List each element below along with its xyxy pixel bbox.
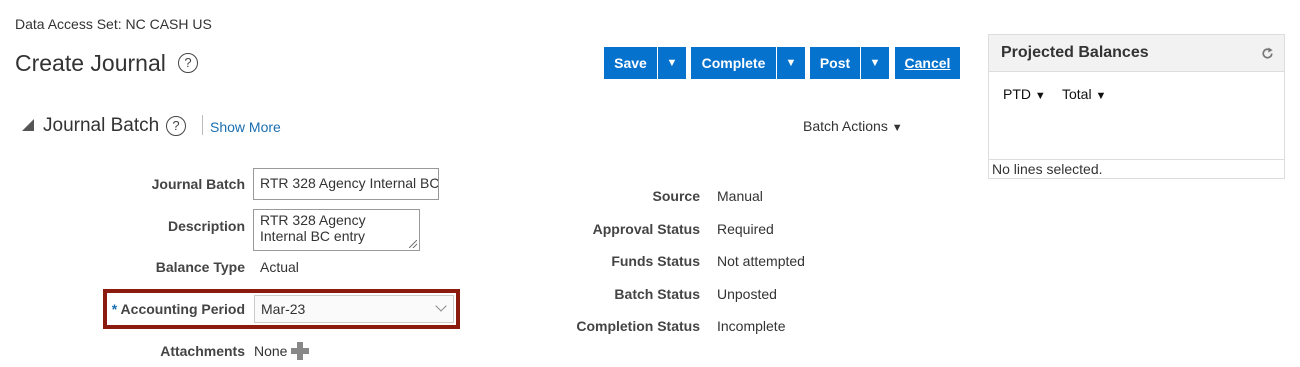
description-label: Description <box>167 218 245 234</box>
source-value: Manual <box>717 188 763 204</box>
description-textarea[interactable]: RTR 328 Agency Internal BC entry <box>253 209 420 251</box>
cancel-button[interactable]: Cancel <box>895 47 960 79</box>
help-icon[interactable]: ? <box>178 53 198 73</box>
chevron-down-icon <box>435 300 447 312</box>
panel-header: Projected Balances <box>989 35 1284 72</box>
required-marker: * <box>111 301 118 317</box>
save-button[interactable]: Save <box>604 47 657 79</box>
balance-type-value: Actual <box>260 259 299 275</box>
batch-status-value: Unposted <box>717 286 777 302</box>
ptd-dropdown[interactable]: PTD ▼ <box>1003 86 1046 102</box>
accounting-period-label-text: Accounting Period <box>120 301 245 317</box>
accounting-period-label: * Accounting Period <box>106 301 245 317</box>
complete-menu-button[interactable]: ▼ <box>777 47 805 79</box>
attachments-label: Attachments <box>160 343 245 359</box>
batch-actions-menu[interactable]: Batch Actions ▼ <box>803 118 903 134</box>
section-help-icon[interactable]: ? <box>166 116 186 136</box>
collapse-triangle-icon[interactable] <box>22 119 34 131</box>
divider <box>202 115 203 135</box>
approval-status-label: Approval Status <box>592 221 700 237</box>
journal-batch-input[interactable]: RTR 328 Agency Internal BC entry <box>253 168 439 200</box>
description-text: RTR 328 Agency Internal BC entry <box>260 212 366 244</box>
data-access-set: Data Access Set: NC CASH US <box>15 16 212 32</box>
funds-status-label: Funds Status <box>611 253 700 269</box>
funds-status-value: Not attempted <box>717 253 805 269</box>
page-title: Create Journal <box>15 50 166 76</box>
resize-grip-icon[interactable] <box>409 240 417 248</box>
refresh-icon[interactable] <box>1259 45 1276 62</box>
chevron-down-icon: ▼ <box>1095 90 1107 102</box>
batch-actions-label: Batch Actions <box>803 118 888 134</box>
plus-icon[interactable] <box>291 342 309 360</box>
approval-status-value: Required <box>717 221 774 237</box>
post-menu-button[interactable]: ▼ <box>861 47 889 79</box>
show-more-link[interactable]: Show More <box>210 119 281 135</box>
completion-status-value: Incomplete <box>717 318 786 334</box>
completion-status-label: Completion Status <box>576 318 700 334</box>
accounting-period-select[interactable]: Mar-23 <box>254 295 454 323</box>
balance-type-label: Balance Type <box>155 259 245 275</box>
ptd-label: PTD <box>1003 86 1031 102</box>
source-label: Source <box>652 188 700 204</box>
section-title: Journal Batch <box>43 115 160 136</box>
journal-batch-label: Journal Batch <box>151 176 245 192</box>
batch-status-label: Batch Status <box>614 286 700 302</box>
total-label: Total <box>1062 86 1092 102</box>
post-button[interactable]: Post <box>810 47 860 79</box>
save-menu-button[interactable]: ▼ <box>658 47 686 79</box>
panel-title: Projected Balances <box>1001 44 1149 61</box>
complete-button[interactable]: Complete <box>691 47 776 79</box>
projected-balances-panel: Projected Balances PTD ▼ Total ▼ No line… <box>988 34 1285 179</box>
attachments-value: None <box>254 343 288 359</box>
no-lines-message: No lines selected. <box>992 161 1103 177</box>
chevron-down-icon: ▼ <box>891 122 903 134</box>
panel-divider <box>989 159 1284 160</box>
accounting-period-value: Mar-23 <box>261 301 306 317</box>
chevron-down-icon: ▼ <box>1034 90 1046 102</box>
total-dropdown[interactable]: Total ▼ <box>1062 86 1106 102</box>
